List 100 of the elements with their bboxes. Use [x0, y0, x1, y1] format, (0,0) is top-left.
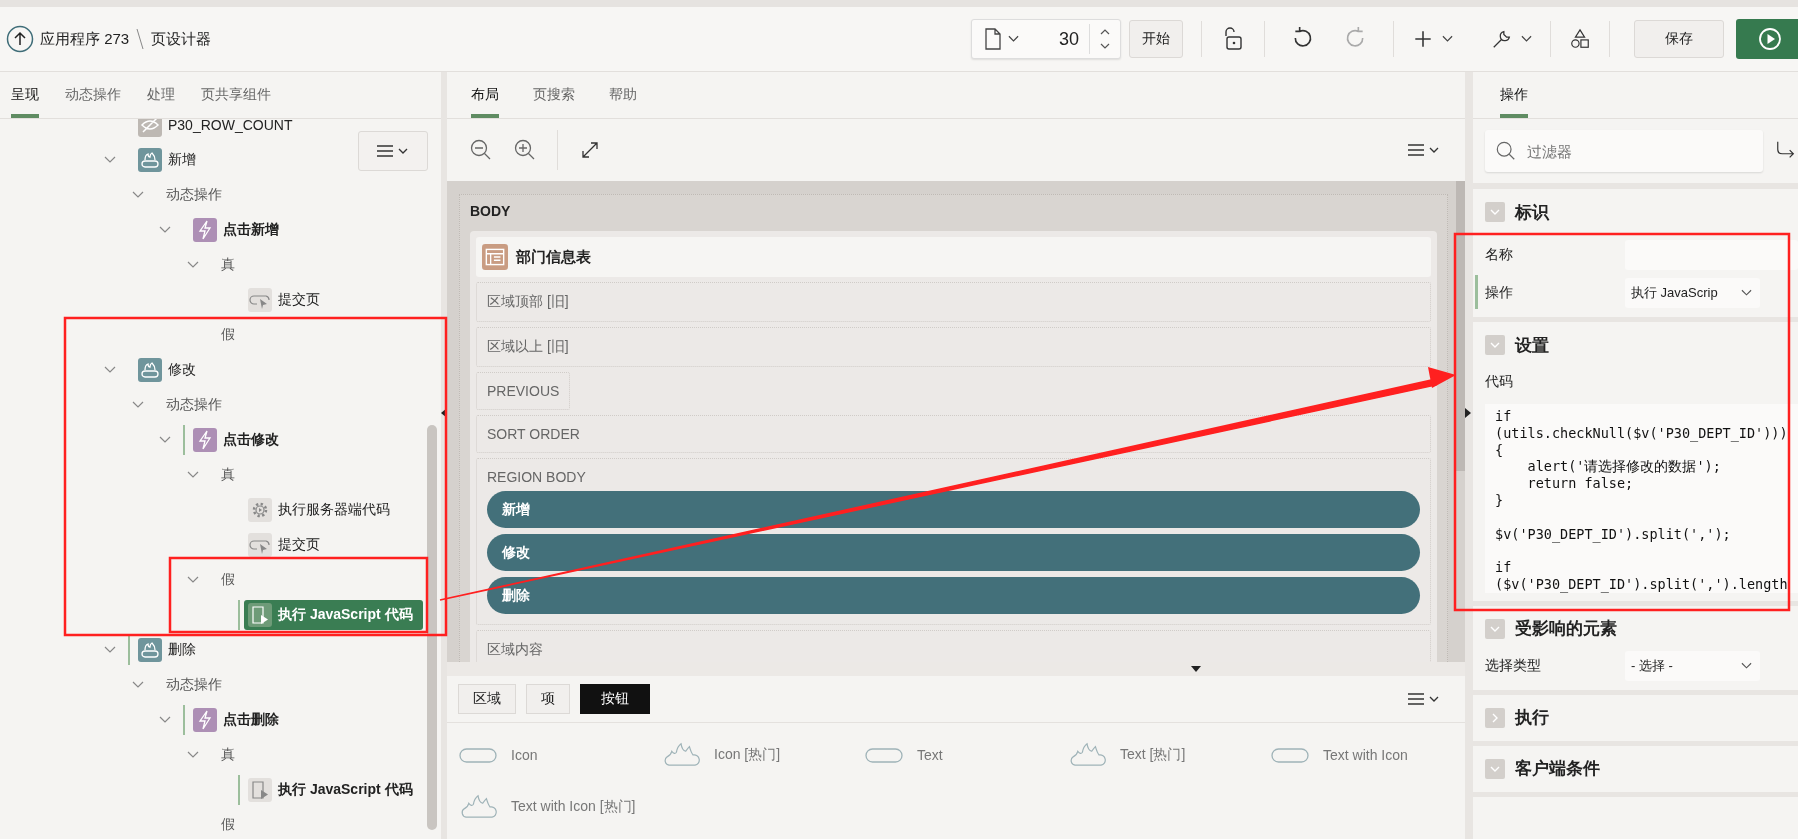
- gallery-label[interactable]: Icon: [511, 747, 651, 763]
- region-title: 部门信息表: [516, 247, 591, 267]
- tree-node[interactable]: 真: [216, 252, 239, 277]
- app-link[interactable]: 应用程序 273: [40, 29, 130, 49]
- input-field[interactable]: [1625, 240, 1798, 270]
- chevron-icon[interactable]: [186, 260, 199, 269]
- tree-node[interactable]: 动态操作: [161, 182, 226, 207]
- gallery-tab[interactable]: 区域: [458, 684, 516, 714]
- tree-node[interactable]: 执行 JavaScript 代码: [244, 774, 417, 805]
- chevron-icon[interactable]: [131, 190, 144, 199]
- tree-node[interactable]: 假: [216, 322, 239, 347]
- page-icon: [982, 28, 1004, 50]
- page-selector[interactable]: 30: [971, 19, 1121, 59]
- caret-icon[interactable]: [1521, 35, 1532, 43]
- region-header[interactable]: 部门信息表: [476, 237, 1431, 277]
- chevron-icon[interactable]: [104, 365, 116, 374]
- slot-label: 区域以上 [旧]: [487, 338, 570, 356]
- menu-button[interactable]: [358, 131, 428, 171]
- chevron-icon[interactable]: [159, 225, 171, 234]
- flame-icon[interactable]: [662, 742, 702, 768]
- gallery-label[interactable]: Text with Icon: [1323, 747, 1463, 763]
- pointer-icon: [248, 532, 272, 557]
- region-button[interactable]: 新增: [487, 491, 1420, 528]
- tree-node[interactable]: 执行 JavaScript 代码: [244, 599, 423, 630]
- tree-node[interactable]: 修改: [134, 354, 200, 385]
- tab[interactable]: 动态操作: [65, 72, 121, 118]
- button-icon: [138, 357, 162, 382]
- gallery-label[interactable]: Icon [热门]: [714, 746, 854, 764]
- section-title: 执行: [1515, 707, 1549, 730]
- zoom-in-icon[interactable]: [513, 138, 537, 162]
- field-label: 代码: [1485, 373, 1514, 391]
- section-title: 设置: [1515, 334, 1549, 357]
- region-button[interactable]: 删除: [487, 577, 1420, 614]
- tree-node[interactable]: 提交页: [244, 529, 324, 560]
- tab[interactable]: 布局: [471, 72, 499, 118]
- start-button[interactable]: 开始: [1129, 20, 1183, 58]
- tree-node[interactable]: P30_ROW_COUNT: [134, 119, 297, 140]
- menu-icon[interactable]: [1407, 691, 1441, 707]
- region-button[interactable]: 修改: [487, 534, 1420, 571]
- tab[interactable]: 操作: [1500, 72, 1528, 118]
- zoom-out-icon[interactable]: [469, 138, 493, 162]
- tree-node[interactable]: 假: [216, 812, 239, 837]
- tree-node[interactable]: 执行服务器端代码: [244, 494, 394, 525]
- shapes-icon[interactable]: [1569, 28, 1591, 50]
- gallery-label[interactable]: Text: [917, 747, 1057, 763]
- tree-node[interactable]: 动态操作: [161, 672, 226, 697]
- chevron-icon[interactable]: [186, 470, 199, 479]
- code-editor[interactable]: if (utils.checkNull($v('P30_DEPT_ID'))) { alert('请选择修改的数据'); return false; } $v('P30_DEPT_ID').split(','); if ($v('P30_DEPT_ID').split(',').length: [1485, 404, 1798, 593]
- splitter-handle-icon[interactable]: [1191, 666, 1201, 672]
- tree-node[interactable]: 点击删除: [189, 704, 283, 735]
- scrollbar[interactable]: [1456, 181, 1465, 471]
- section-title: 受影响的元素: [1515, 618, 1617, 641]
- tab[interactable]: 页共享组件: [201, 72, 271, 118]
- gallery-tab[interactable]: 项: [526, 684, 570, 714]
- select-field[interactable]: 执行 JavaScrip: [1625, 278, 1760, 308]
- chevron-icon[interactable]: [159, 715, 171, 724]
- tree-node[interactable]: 提交页: [244, 284, 324, 315]
- tree-node[interactable]: 真: [216, 742, 239, 767]
- scrollbar[interactable]: [427, 425, 437, 830]
- save-button[interactable]: 保存: [1634, 20, 1724, 58]
- chevron-icon[interactable]: [131, 680, 144, 689]
- gallery-label[interactable]: Text with Icon [热门]: [511, 798, 651, 816]
- wrench-icon[interactable]: [1491, 28, 1513, 50]
- caret-icon: [1741, 661, 1752, 670]
- tree-node[interactable]: 真: [216, 462, 239, 487]
- tree-node[interactable]: 新增: [134, 144, 200, 175]
- filter-field[interactable]: 过滤器: [1485, 130, 1763, 172]
- tree-node[interactable]: 动态操作: [161, 392, 226, 417]
- breadcrumb-separator-icon: [135, 27, 146, 51]
- chevron-icon[interactable]: [131, 400, 144, 409]
- tree-node[interactable]: 点击新增: [189, 214, 283, 245]
- chevron-icon[interactable]: [159, 435, 171, 444]
- field-label: 选择类型: [1485, 656, 1542, 675]
- chevron-icon[interactable]: [104, 645, 116, 654]
- caret-icon[interactable]: [1442, 35, 1453, 43]
- menu-icon[interactable]: [1407, 142, 1441, 158]
- chevron-icon[interactable]: [186, 575, 199, 584]
- tree-node[interactable]: 假: [216, 567, 239, 592]
- select-field[interactable]: - 选择 -: [1625, 650, 1760, 681]
- slot-label: SORT ORDER: [487, 426, 581, 442]
- gallery-label[interactable]: Text [热门]: [1120, 746, 1260, 764]
- region-card[interactable]: 部门信息表 区域顶部 [旧] 区域以上 [旧] PREVIOUS SORT ORDER REGION BODY 新增 修改 删除 区域内容: [470, 231, 1437, 662]
- flame-icon[interactable]: [459, 794, 499, 820]
- page-title: 页设计器: [151, 29, 212, 49]
- flame-icon[interactable]: [1068, 742, 1108, 768]
- tab[interactable]: 处理: [147, 72, 175, 118]
- tree-node[interactable]: 删除: [134, 634, 200, 665]
- chevron-icon[interactable]: [104, 155, 116, 164]
- slot-label: REGION BODY: [487, 469, 587, 485]
- tree-node[interactable]: 点击修改: [189, 424, 283, 455]
- tab[interactable]: 帮助: [609, 72, 637, 118]
- field-label: 名称: [1485, 246, 1514, 264]
- caret-icon: [1741, 289, 1752, 297]
- slot-label: 区域内容: [487, 641, 544, 659]
- run-button[interactable]: [1736, 19, 1798, 59]
- gallery-tab[interactable]: 按钮: [580, 684, 650, 714]
- tab[interactable]: 呈现: [11, 72, 39, 118]
- tab[interactable]: 页搜索: [533, 72, 575, 118]
- plus-icon[interactable]: [1412, 28, 1434, 50]
- chevron-icon[interactable]: [186, 750, 199, 759]
